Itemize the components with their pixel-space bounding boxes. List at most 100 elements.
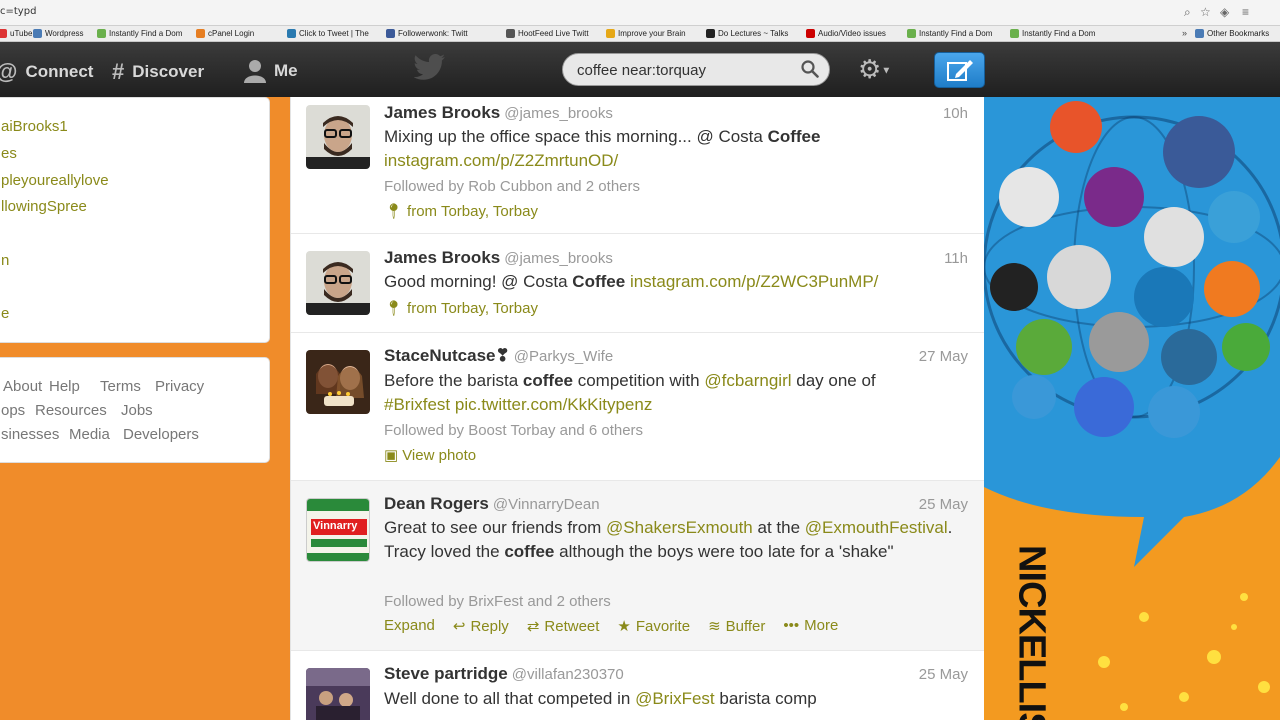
tweet-item[interactable]: Steve partridge @villafan230370 25 May We…	[291, 651, 985, 720]
trend-item[interactable]: pleyoureallylove	[1, 172, 109, 189]
footer-link[interactable]: Jobs	[121, 402, 153, 419]
more-bookmarks-icon[interactable]: »	[1182, 28, 1187, 38]
avatar[interactable]	[306, 350, 370, 414]
tweet-author[interactable]: StaceNutcase❣ @Parkys_Wife	[384, 346, 613, 366]
tweet-author[interactable]: Steve partridge @villafan230370	[384, 664, 624, 684]
bookmark-label: Instantly Find a Dom	[919, 29, 993, 38]
bookmark-label: Instantly Find a Dom	[109, 29, 183, 38]
reply-button[interactable]: ↩ Reply	[453, 617, 509, 635]
bookmark-item[interactable]: Audio/Video issues	[806, 29, 886, 38]
favorite-button[interactable]: ★ Favorite	[617, 617, 690, 635]
search-icon[interactable]	[801, 60, 819, 83]
bookmark-item[interactable]: Do Lectures ~ Talks	[706, 29, 788, 38]
footer-link[interactable]: Terms	[100, 378, 141, 395]
footer-link[interactable]: Privacy	[155, 378, 204, 395]
avatar[interactable]: Vinnarry	[306, 498, 370, 562]
tweet-link[interactable]: @fcbarngirl	[704, 371, 791, 390]
view-photo-link[interactable]: ▣ View photo	[384, 446, 476, 464]
tweet-item[interactable]: StaceNutcase❣ @Parkys_Wife 27 May Before …	[291, 333, 985, 481]
followed-by[interactable]: Followed by Rob Cubbon and 2 others	[384, 178, 640, 195]
tweet-link[interactable]: #Brixfest	[384, 395, 450, 414]
bookmark-label: Followerwonk: Twitt	[398, 29, 468, 38]
footer-link[interactable]: ops	[1, 402, 25, 419]
menu-icon[interactable]: ≡	[1242, 5, 1249, 19]
tweet-time[interactable]: 25 May	[919, 496, 968, 513]
tweet-text-segment: competition with	[573, 371, 705, 390]
tweet-link[interactable]: @ShakersExmouth	[606, 518, 753, 537]
tweet-time[interactable]: 10h	[943, 105, 968, 122]
bookmark-item[interactable]: Instantly Find a Dom	[97, 29, 182, 38]
footer-link[interactable]: About	[3, 378, 42, 395]
tweet-handle[interactable]: @james_brooks	[504, 250, 613, 267]
footer-link[interactable]: sinesses	[1, 426, 59, 443]
search-term-highlight: Coffee	[767, 127, 821, 146]
tweet-link[interactable]: @ExmouthFestival	[805, 518, 948, 537]
tweet-time[interactable]: 25 May	[919, 666, 968, 683]
buffer-button[interactable]: ≋ Buffer	[708, 617, 765, 635]
more-button[interactable]: ••• More	[783, 617, 838, 635]
zoom-icon[interactable]: ⌕	[1184, 5, 1191, 20]
bookmark-label: uTube	[10, 29, 33, 38]
search-input[interactable]	[577, 60, 792, 80]
reply-icon: ↩	[452, 618, 466, 635]
tweet-author[interactable]: James Brooks @james_brooks	[384, 103, 613, 123]
tweet-item[interactable]: James Brooks @james_brooks 10h Mixing up …	[291, 97, 985, 234]
nav-discover[interactable]: # Discover	[112, 59, 204, 85]
tweet-handle[interactable]: @VinnarryDean	[493, 496, 600, 513]
trend-item[interactable]: llowingSpree	[1, 198, 87, 215]
avatar[interactable]	[306, 668, 370, 720]
bookmark-item[interactable]: HootFeed Live Twitt	[506, 29, 589, 38]
bookmark-item[interactable]: Instantly Find a Dom	[907, 29, 992, 38]
tweet-location[interactable]: 📍︎ from Torbay, Torbay	[384, 202, 538, 220]
footer-link[interactable]: Developers	[123, 426, 199, 443]
url-text[interactable]: c=typd	[0, 6, 36, 17]
trend-item[interactable]: es	[1, 145, 17, 162]
tweet-item[interactable]: James Brooks @james_brooks 11h Good morni…	[291, 234, 985, 333]
expand-button[interactable]: Expand	[384, 617, 435, 635]
tweet-time[interactable]: 11h	[944, 250, 968, 267]
trend-item[interactable]: n	[1, 252, 9, 269]
bookmark-item[interactable]: Followerwonk: Twitt	[386, 29, 468, 38]
search-box[interactable]	[562, 53, 830, 86]
bookmark-item[interactable]: Wordpress	[33, 29, 84, 38]
twitter-bird-icon[interactable]	[413, 54, 446, 87]
bookmark-item[interactable]: Improve your Brain	[606, 29, 686, 38]
footer-link[interactable]: Help	[49, 378, 80, 395]
trend-item[interactable]: aiBrooks1	[1, 118, 68, 135]
bookmark-star-icon[interactable]: ☆	[1200, 5, 1211, 19]
browser-url-bar[interactable]: c=typd ⌕ ☆ ◈ ≡	[0, 0, 1280, 26]
tweet-link[interactable]: instagram.com/p/Z2WC3PunMP/	[630, 272, 878, 291]
tweet-handle[interactable]: @Parkys_Wife	[514, 348, 613, 365]
bookmark-item[interactable]: Other Bookmarks	[1195, 29, 1269, 38]
bookmark-favicon-icon	[907, 29, 916, 38]
tweet-item[interactable]: Vinnarry Dean Rogers @VinnarryDean 25 May…	[291, 481, 985, 651]
tweet-location[interactable]: 📍︎ from Torbay, Torbay	[384, 299, 538, 317]
tweet-handle[interactable]: @james_brooks	[504, 105, 613, 122]
nav-me[interactable]: Me	[244, 59, 298, 83]
compose-tweet-button[interactable]	[934, 52, 985, 88]
tweet-text-segment: Before the barista	[384, 371, 523, 390]
followed-by[interactable]: Followed by Boost Torbay and 6 others	[384, 422, 643, 439]
avatar[interactable]	[306, 251, 370, 315]
tweet-time[interactable]: 27 May	[919, 348, 968, 365]
bookmark-item[interactable]: cPanel Login	[196, 29, 254, 38]
tweet-link[interactable]: @BrixFest	[635, 689, 715, 708]
trend-item[interactable]: e	[1, 305, 9, 322]
tweet-author[interactable]: Dean Rogers @VinnarryDean	[384, 494, 600, 514]
bookmark-item[interactable]: uTube	[0, 29, 32, 38]
tweet-link[interactable]: pic.twitter.com/KkKitypenz	[455, 395, 652, 414]
settings-gear-icon[interactable]: ⚙▼	[858, 54, 891, 85]
tweet-author[interactable]: James Brooks @james_brooks	[384, 248, 613, 268]
footer-link[interactable]: Media	[69, 426, 110, 443]
tweet-link[interactable]: instagram.com/p/Z2ZmrtunOD/	[384, 151, 618, 170]
tweet-text-segment: although the boys were too late for a 's…	[554, 542, 894, 561]
layers-icon[interactable]: ◈	[1220, 5, 1229, 19]
followed-by[interactable]: Followed by BrixFest and 2 others	[384, 593, 611, 610]
avatar[interactable]	[306, 105, 370, 169]
nav-connect[interactable]: @ Connect	[0, 59, 93, 85]
footer-link[interactable]: Resources	[35, 402, 107, 419]
retweet-button[interactable]: ⇄ Retweet	[527, 617, 600, 635]
tweet-handle[interactable]: @villafan230370	[512, 666, 624, 683]
bookmark-item[interactable]: Instantly Find a Dom	[1010, 29, 1095, 38]
bookmark-item[interactable]: Click to Tweet | The	[287, 29, 369, 38]
